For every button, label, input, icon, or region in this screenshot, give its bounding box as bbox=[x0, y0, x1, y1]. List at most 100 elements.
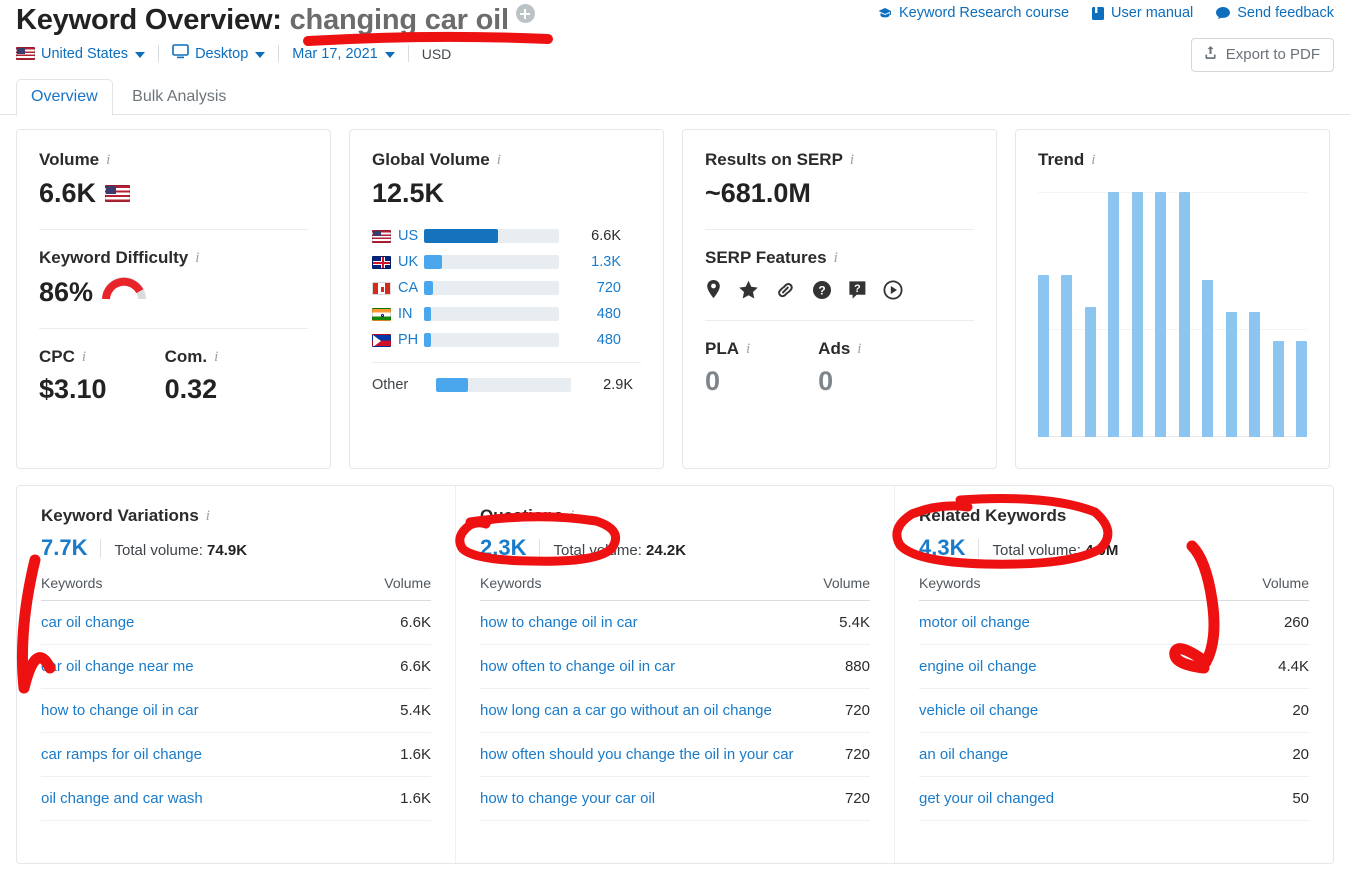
info-icon[interactable]: i bbox=[106, 152, 110, 169]
keyword-link[interactable]: how often should you change the oil in y… bbox=[480, 746, 794, 763]
trend-bar[interactable] bbox=[1249, 312, 1261, 437]
info-icon[interactable]: i bbox=[570, 508, 574, 525]
question-bubble-icon[interactable]: ? bbox=[848, 280, 867, 300]
serp-features-icons: ? ? bbox=[705, 279, 974, 300]
trend-bar[interactable] bbox=[1038, 275, 1049, 437]
user-manual-link[interactable]: User manual bbox=[1091, 5, 1193, 21]
total-volume-value: 24.2K bbox=[646, 542, 687, 559]
info-icon[interactable]: i bbox=[195, 250, 199, 267]
info-icon[interactable]: i bbox=[850, 152, 854, 169]
table-row[interactable]: vehicle oil change 20 bbox=[919, 688, 1309, 733]
table-row[interactable]: motor oil change 260 bbox=[919, 600, 1309, 645]
keyword-link[interactable]: oil change and car wash bbox=[41, 790, 203, 807]
keyword-link[interactable]: motor oil change bbox=[919, 614, 1030, 631]
country-volume: 720 bbox=[596, 280, 621, 296]
send-feedback-link[interactable]: Send feedback bbox=[1215, 5, 1334, 21]
table-row[interactable]: how to change your car oil 720 bbox=[480, 776, 870, 821]
keyword-link[interactable]: vehicle oil change bbox=[919, 702, 1038, 719]
table-row[interactable]: how often should you change the oil in y… bbox=[480, 732, 870, 777]
table-row[interactable]: engine oil change 4.4K bbox=[919, 644, 1309, 689]
volume-bar-track bbox=[436, 378, 571, 392]
ads-title: Ads i bbox=[818, 339, 861, 359]
keyword-link[interactable]: car oil change near me bbox=[41, 658, 194, 675]
table-row[interactable]: car oil change near me 6.6K bbox=[41, 644, 431, 689]
trend-bar[interactable] bbox=[1272, 341, 1284, 437]
info-icon[interactable]: i bbox=[857, 341, 861, 358]
question-circle-icon[interactable]: ? bbox=[812, 280, 832, 300]
panel-keyword-variations: Keyword Variations i 7.7K Total volume: … bbox=[17, 486, 455, 863]
us-flag-icon bbox=[16, 47, 35, 60]
keyword-link[interactable]: how long can a car go without an oil cha… bbox=[480, 702, 772, 719]
info-icon[interactable]: i bbox=[834, 250, 838, 267]
country-filter[interactable]: United States bbox=[16, 46, 158, 62]
volume-bar-fill bbox=[424, 281, 434, 295]
keyword-link[interactable]: how often to change oil in car bbox=[480, 658, 675, 675]
star-icon[interactable] bbox=[738, 280, 759, 300]
trend-bar[interactable] bbox=[1178, 192, 1190, 437]
keyword-variations-table: Keywords Volume car oil change 6.6K car o… bbox=[41, 575, 431, 821]
device-filter[interactable]: Desktop bbox=[172, 44, 278, 63]
info-icon[interactable]: i bbox=[214, 349, 218, 366]
global-volume-title: Global Volume i bbox=[372, 150, 641, 170]
page-header: Keyword Overview: changing car oil Keywo… bbox=[0, 0, 1350, 72]
info-icon[interactable]: i bbox=[1091, 152, 1095, 169]
play-circle-icon[interactable] bbox=[883, 279, 903, 300]
keyword-link[interactable]: car oil change bbox=[41, 614, 134, 631]
device-filter-label: Desktop bbox=[195, 45, 249, 62]
com-label: Com. bbox=[164, 347, 208, 366]
table-row[interactable]: get your oil changed 50 bbox=[919, 776, 1309, 821]
tab-overview[interactable]: Overview bbox=[16, 79, 113, 116]
trend-bar[interactable] bbox=[1084, 307, 1096, 437]
info-icon[interactable]: i bbox=[497, 152, 501, 169]
keyword-link[interactable]: how to change your car oil bbox=[480, 790, 655, 807]
trend-bar[interactable] bbox=[1155, 192, 1167, 437]
card-divider bbox=[39, 229, 308, 230]
keyword-link[interactable]: get your oil changed bbox=[919, 790, 1054, 807]
trend-bar[interactable] bbox=[1108, 192, 1120, 437]
table-row[interactable]: oil change and car wash 1.6K bbox=[41, 776, 431, 821]
table-row[interactable]: how to change oil in car 5.4K bbox=[41, 688, 431, 733]
country-cell-ca[interactable]: CA bbox=[372, 280, 424, 296]
trend-bar[interactable] bbox=[1131, 192, 1143, 437]
questions-label: Questions bbox=[480, 506, 564, 525]
keyword-link[interactable]: an oil change bbox=[919, 746, 1008, 763]
keyword-link[interactable]: how to change oil in car bbox=[480, 614, 638, 631]
map-pin-icon[interactable] bbox=[705, 279, 722, 300]
country-cell-ph[interactable]: PH bbox=[372, 332, 424, 348]
table-row[interactable]: how to change oil in car 5.4K bbox=[480, 600, 870, 645]
table-row[interactable]: an oil change 20 bbox=[919, 732, 1309, 777]
keyword-link[interactable]: car ramps for oil change bbox=[41, 746, 202, 763]
trend-title: Trend i bbox=[1038, 150, 1307, 170]
export-to-pdf-button[interactable]: Export to PDF bbox=[1190, 38, 1334, 72]
info-icon[interactable]: i bbox=[746, 341, 750, 358]
table-row[interactable]: how often to change oil in car 880 bbox=[480, 644, 870, 689]
trend-bar[interactable] bbox=[1225, 312, 1237, 437]
country-cell-us[interactable]: US bbox=[372, 228, 424, 244]
trend-bar[interactable] bbox=[1202, 280, 1214, 437]
questions-total: Total volume: 24.2K bbox=[553, 542, 686, 559]
keyword-link[interactable]: engine oil change bbox=[919, 658, 1037, 675]
table-row[interactable]: car oil change 6.6K bbox=[41, 600, 431, 645]
trend-bar[interactable] bbox=[1061, 275, 1073, 437]
volume-bar-track bbox=[424, 255, 559, 269]
date-filter[interactable]: Mar 17, 2021 bbox=[292, 46, 407, 62]
tab-bulk-analysis[interactable]: Bulk Analysis bbox=[117, 79, 241, 116]
keyword-link[interactable]: how to change oil in car bbox=[41, 702, 199, 719]
country-cell-in[interactable]: IN bbox=[372, 306, 424, 322]
keyword-research-course-link[interactable]: Keyword Research course bbox=[877, 5, 1069, 21]
trend-bar[interactable] bbox=[1295, 341, 1307, 437]
questions-title: Questions i bbox=[480, 506, 870, 526]
trend-label: Trend bbox=[1038, 150, 1085, 169]
keyword-volume: 720 bbox=[808, 732, 870, 777]
keyword-volume: 6.6K bbox=[369, 600, 431, 645]
link-icon[interactable] bbox=[775, 280, 796, 300]
plus-circle-icon[interactable] bbox=[515, 4, 535, 23]
uk-flag-icon bbox=[372, 255, 391, 269]
country-cell-uk[interactable]: UK bbox=[372, 254, 424, 270]
info-icon[interactable]: i bbox=[82, 349, 86, 366]
table-row[interactable]: car ramps for oil change 1.6K bbox=[41, 732, 431, 777]
volume-bar-fill bbox=[424, 333, 431, 347]
table-row[interactable]: how long can a car go without an oil cha… bbox=[480, 688, 870, 733]
info-icon[interactable]: i bbox=[206, 508, 210, 525]
pla-block: PLA i 0 bbox=[705, 339, 750, 397]
